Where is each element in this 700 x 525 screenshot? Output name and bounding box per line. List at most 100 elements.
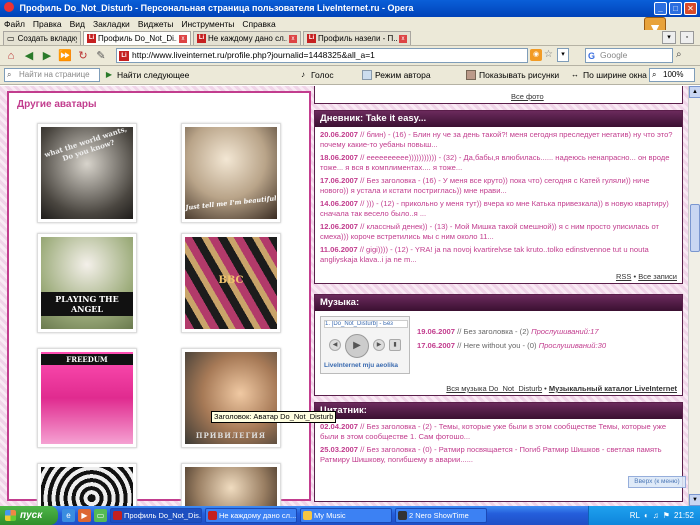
music-entry[interactable]: 19.06.2007 // Без заголовка - (2) Прослу… [417, 327, 599, 336]
taskbar-item-not-everyone[interactable]: Не каждому дано сл... [205, 508, 297, 523]
home-icon[interactable]: ⌂ [3, 48, 19, 64]
tab-profile-nazeli[interactable]: Li Профиль назели - П... x [303, 31, 411, 45]
diary-entry[interactable]: 14.06.2007 // ))) - (12) - прикольно у м… [315, 199, 682, 219]
clock: 21:52 [673, 511, 694, 520]
page-content: Другие аватары what the world wants, Do … [0, 86, 700, 506]
back-icon[interactable]: ◀ [21, 48, 37, 64]
images-icon [466, 70, 476, 80]
find-on-page-input[interactable]: ⌕ Найти на странице [4, 68, 100, 82]
other-avatars-title: Другие аватары [17, 99, 97, 110]
music-player: 1. [Do_Not_Disturb] - Без ◀ ▶ ▶ ▮ LiveIn… [320, 316, 410, 374]
rss-link[interactable]: RSS [616, 272, 631, 281]
player-brand: LiveInternet mju aeolika [324, 362, 399, 369]
close-tab-icon[interactable]: x [179, 34, 187, 43]
scroll-up-icon[interactable]: ▲ [689, 86, 700, 98]
start-button[interactable]: пуск [0, 506, 58, 525]
avatar-thumb[interactable]: BBC [181, 233, 281, 333]
scroll-down-icon[interactable]: ▼ [689, 494, 700, 506]
close-window-button[interactable]: ✕ [684, 2, 697, 15]
author-mode-icon [362, 70, 372, 80]
avatar-thumb[interactable]: ПРИВИЛЕГИЯ [181, 348, 281, 448]
ie-icon[interactable]: e [62, 509, 75, 522]
menu-view[interactable]: Вид [70, 19, 85, 29]
next-track-icon[interactable]: ▶ [373, 339, 385, 351]
taskbar-item-profile[interactable]: Профиль Do_Not_Dis... [110, 508, 202, 523]
menu-bookmarks[interactable]: Закладки [93, 19, 130, 29]
address-input[interactable]: Li http://www.liveinternet.ru/profile.ph… [116, 48, 528, 63]
opera-icon [113, 511, 122, 520]
volume-icon[interactable]: ▮ [389, 339, 401, 351]
page-scrollbar[interactable]: ▲ ▼ [688, 86, 700, 506]
avatar-thumb[interactable] [37, 463, 137, 506]
menu-file[interactable]: Файл [4, 19, 25, 29]
diary-entry[interactable]: 20.06.2007 // блин) - (16) - Блин ну че … [315, 130, 682, 150]
back-to-top-button[interactable]: Вверх (к меню) [628, 476, 686, 488]
scroll-thumb[interactable] [690, 204, 700, 252]
maximize-button[interactable]: □ [669, 2, 682, 15]
music-footer: Вся музыка Do_Not_Disturb • Музыкальный … [446, 384, 677, 393]
avatar-thumb[interactable]: PLAYING THE ANGEL [37, 233, 137, 333]
restore-tab-icon[interactable]: ▫ [680, 31, 694, 44]
taskbar-item-my-music[interactable]: My Music [300, 508, 392, 523]
zoom-select[interactable]: ⌕ 100% [649, 68, 695, 82]
music-entry[interactable]: 17.06.2007 // Here without you - (0) Про… [417, 341, 606, 350]
avatar-thumb[interactable]: FREEDUM [37, 348, 137, 448]
tab-not-everyone[interactable]: Li Не каждому дано сл... x [193, 31, 301, 45]
quote-entry[interactable]: 02.04.2007 // Без заголовка - (2) - Темы… [315, 422, 682, 442]
google-icon: G [588, 51, 596, 61]
menu-tools[interactable]: Инструменты [181, 19, 234, 29]
author-mode-button[interactable]: Режим автора [362, 70, 431, 80]
player-track-label: 1. [Do_Not_Disturb] - Без [324, 320, 408, 328]
site-favicon: Li [119, 51, 129, 61]
diary-entry[interactable]: 17.06.2007 // Без заголовка - (16) - У м… [315, 176, 682, 196]
menu-help[interactable]: Справка [242, 19, 275, 29]
diary-title[interactable]: Дневник: Take it easy... [315, 111, 682, 127]
menu-widgets[interactable]: Виджеты [138, 19, 174, 29]
fit-width-button[interactable]: ↔ По ширине окна [570, 70, 647, 80]
music-catalog-link[interactable]: Музыкальный каталог LiveInternet [549, 384, 677, 393]
fast-forward-icon[interactable]: ⏩ [57, 48, 73, 64]
tray-icon[interactable]: ⚑ [663, 511, 670, 520]
prev-track-icon[interactable]: ◀ [329, 339, 341, 351]
menu-bar: Файл Правка Вид Закладки Виджеты Инструм… [0, 17, 700, 30]
language-indicator[interactable]: RL [630, 511, 640, 520]
music-title: Музыка: [315, 295, 682, 311]
diary-entry[interactable]: 12.06.2007 // классный денек)) - (13) - … [315, 222, 682, 242]
rss-icon[interactable]: ◉ [530, 49, 542, 61]
voice-button[interactable]: ♪ Голос [298, 70, 334, 80]
avatar-thumb[interactable]: what the world wants, Do you know? [37, 123, 137, 223]
address-dropdown-icon[interactable]: ▾ [557, 48, 569, 62]
edit-icon[interactable]: ✎ [93, 48, 109, 64]
all-music-link[interactable]: Вся музыка Do_Not_Disturb [446, 384, 542, 393]
desktop-icon[interactable]: ▭ [94, 509, 107, 522]
search-input[interactable]: G Google [585, 48, 673, 63]
diary-entry[interactable]: 11.06.2007 // gigi)))) - (12) - YRA! ja … [315, 245, 682, 265]
media-icon[interactable]: ▶ [78, 509, 91, 522]
menu-edit[interactable]: Правка [33, 19, 62, 29]
avatar-thumb[interactable] [181, 463, 281, 506]
bookmark-star-icon[interactable]: ☆ [544, 49, 554, 61]
minimize-button[interactable]: _ [654, 2, 667, 15]
close-tab-icon[interactable]: x [289, 34, 297, 43]
close-tab-icon[interactable]: x [399, 34, 407, 43]
new-tab-button[interactable]: ▭ Создать вкладку [3, 31, 81, 45]
all-photos-link[interactable]: Все фото [511, 92, 544, 101]
diary-entry[interactable]: 18.06.2007 // ееееееееее))))))))))) - (3… [315, 153, 682, 173]
play-icon[interactable]: ▶ [345, 334, 369, 358]
find-next-button[interactable]: ▶ Найти следующее [104, 70, 189, 80]
tab-list-icon[interactable]: ▾ [662, 31, 676, 44]
forward-icon[interactable]: ▶ [39, 48, 55, 64]
quote-entry[interactable]: 25.03.2007 // Без заголовка - (0) - Ратм… [315, 445, 682, 465]
windows-logo-icon [5, 510, 16, 521]
all-entries-link[interactable]: Все записи [638, 272, 677, 281]
stop-icon[interactable]: ↻ [75, 48, 91, 64]
show-images-button[interactable]: Показывать рисунки [466, 70, 559, 80]
tab-profile[interactable]: Li Профиль Do_Not_Di... x [83, 31, 191, 45]
search-go-icon[interactable]: ⌕ [676, 49, 688, 61]
tray-icon[interactable]: ♫ [653, 511, 659, 520]
other-avatars-panel: Другие аватары what the world wants, Do … [7, 91, 311, 506]
diary-box: Дневник: Take it easy... 20.06.2007 // б… [314, 110, 683, 284]
avatar-thumb[interactable]: Just tell me I'm beautiful [181, 123, 281, 223]
tray-icon[interactable]: ◐ [644, 511, 649, 520]
taskbar-item-nero[interactable]: 2 Nero ShowTime [395, 508, 487, 523]
